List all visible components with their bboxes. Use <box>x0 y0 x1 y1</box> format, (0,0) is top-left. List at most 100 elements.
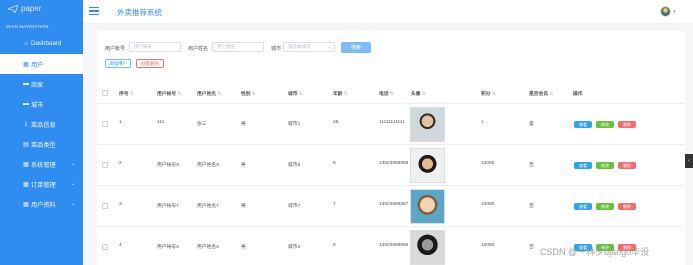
cell-index: 2 <box>119 161 122 166</box>
sort-icon[interactable]: ⇅ <box>217 92 221 97</box>
table-row: 3 用户帐号7 用户姓名7 男 城市7 7 13823888887 10000 否 查看 修改 删除 <box>97 186 685 227</box>
col-index: 序号⇅ <box>119 90 134 97</box>
menu-toggle-icon[interactable] <box>89 7 99 16</box>
cell-phone: 11111111111 <box>379 120 405 125</box>
search-button[interactable]: 搜索 <box>341 42 371 53</box>
sidebar-item-label: Dashboard <box>31 40 62 47</box>
account-input[interactable]: 用户帐号 <box>129 42 181 52</box>
cell-age: 7 <box>333 202 336 207</box>
home-icon: ⌂ <box>24 41 28 47</box>
sort-icon[interactable]: ⇅ <box>252 92 256 97</box>
cell-phone: 13823888887 <box>379 202 409 207</box>
select-all-checkbox[interactable] <box>102 90 108 96</box>
cell-name: 用户姓名8 <box>197 163 219 168</box>
sort-icon[interactable]: ⇅ <box>390 92 394 97</box>
avatar[interactable] <box>410 230 445 265</box>
name-input[interactable]: 用户姓名 <box>212 42 264 52</box>
col-gender: 性别⇅ <box>241 90 256 97</box>
sidebar-item-1[interactable]: ▦ 用户 <box>0 54 83 74</box>
col-age: 年龄⇅ <box>333 90 348 97</box>
sort-icon[interactable]: ⇅ <box>177 92 181 97</box>
cell-vip: 是 <box>529 122 534 127</box>
edit-button[interactable]: 修改 <box>596 203 614 210</box>
row-checkbox[interactable] <box>102 244 108 250</box>
user-table: 序号⇅ 用户帐号⇅ 用户姓名⇅ 性别⇅ 城市⇅ 年龄⇅ 电话⇅ 头像⇅ 积分⇅ … <box>97 82 685 265</box>
topbar: 外卖推荐系统 ▾ <box>83 0 693 24</box>
cell-index: 1 <box>119 120 122 125</box>
batch-delete-button[interactable]: 批量删除 <box>136 59 164 68</box>
cell-phone: 13823888886 <box>379 243 409 248</box>
cell-name: 用户姓名6 <box>197 245 219 250</box>
cell-gender: 男 <box>241 204 246 209</box>
cell-age: 6 <box>333 243 336 248</box>
col-vip: 是否会员⇅ <box>529 90 553 97</box>
cell-city: 城市6 <box>288 245 301 250</box>
sidebar-item-2[interactable]: ▬ 商家 <box>0 74 83 94</box>
col-city: 城市⇅ <box>288 90 303 97</box>
row-checkbox[interactable] <box>102 162 108 168</box>
cell-vip: 否 <box>529 245 534 250</box>
sort-icon[interactable]: ⇅ <box>299 92 303 97</box>
col-avatar: 头像⇅ <box>411 90 426 97</box>
sidebar-item-8[interactable]: ▦ 用户资料 ⌄ <box>0 194 83 214</box>
row-checkbox[interactable] <box>102 203 108 209</box>
col-city-label: 城市 <box>288 92 298 97</box>
sidebar-menu: ⌂ Dashboard ▦ 用户 ▬ 商家 ▬ 城市 ⤓ 菜品信息 ▤ 菜品类型 ▦ 系统管理 ⌄ ▦ 订单管理… <box>0 34 83 214</box>
table-header: 序号⇅ 用户帐号⇅ 用户姓名⇅ 性别⇅ 城市⇅ 年龄⇅ 电话⇅ 头像⇅ 积分⇅ … <box>97 82 685 104</box>
sidebar-item-5[interactable]: ▤ 菜品类型 <box>0 134 83 154</box>
cell-account: 用户帐号7 <box>157 204 179 209</box>
sidebar: paper MAIN NAVIGATION ⌂ Dashboard ▦ 用户 ▬ 商家 ▬ 城… <box>0 0 83 265</box>
avatar[interactable] <box>410 107 445 142</box>
paper-plane-icon <box>8 4 18 13</box>
sidebar-item-6[interactable]: ▦ 系统管理 ⌄ <box>0 154 83 174</box>
city-select[interactable]: 请选择城市 ⌄ <box>283 42 335 52</box>
cell-age: 8 <box>333 161 336 166</box>
row-checkbox[interactable] <box>102 121 108 127</box>
table-row: 1 111 张三男城市1 25 11111111111 1 是查看 修改 删除 <box>97 104 685 145</box>
delete-button[interactable]: 删除 <box>618 162 636 169</box>
view-button[interactable]: 查看 <box>574 162 592 169</box>
add-user-button[interactable]: 添加用户 <box>105 59 131 68</box>
delete-button[interactable]: 删除 <box>618 121 636 128</box>
sort-icon[interactable]: ⇅ <box>549 92 553 97</box>
sidebar-item-7[interactable]: ▦ 订单管理 ⌄ <box>0 174 83 194</box>
cell-points: 10000 <box>481 243 495 248</box>
cell-index: 3 <box>119 202 122 207</box>
sidebar-item-3[interactable]: ▬ 城市 <box>0 94 83 114</box>
col-index-label: 序号 <box>119 92 129 97</box>
view-button[interactable]: 查看 <box>574 121 592 128</box>
sort-icon[interactable]: ⇅ <box>422 92 426 97</box>
sidebar-item-label: 用户 <box>31 62 44 69</box>
view-button[interactable]: 查看 <box>574 203 592 210</box>
sort-icon[interactable]: ⇅ <box>344 92 348 97</box>
sort-icon[interactable]: ⇅ <box>492 92 496 97</box>
avatar[interactable] <box>410 189 445 224</box>
cell-vip: 否 <box>529 204 534 209</box>
col-name: 用户姓名⇅ <box>197 90 221 97</box>
edit-button[interactable]: 修改 <box>596 121 614 128</box>
city-icon: ▬ <box>23 101 29 107</box>
avatar[interactable] <box>410 148 445 183</box>
chevron-left-icon[interactable]: ‹ <box>685 154 693 168</box>
sidebar-item-0[interactable]: ⌂ Dashboard <box>0 34 83 54</box>
col-points-label: 积分 <box>481 92 491 97</box>
delete-button[interactable]: 删除 <box>618 203 636 210</box>
sort-icon[interactable]: ⇅ <box>130 92 134 97</box>
cell-account: 111 <box>157 120 165 125</box>
sidebar-item-4[interactable]: ⤓ 菜品信息 <box>0 114 83 134</box>
cell-points: 10000 <box>481 202 495 207</box>
col-gender-label: 性别 <box>241 92 251 97</box>
cell-gender: 男 <box>241 122 246 127</box>
grid-icon: ▦ <box>23 161 29 168</box>
col-points: 积分⇅ <box>481 90 496 97</box>
list-icon: ▤ <box>23 141 29 148</box>
logo-text: paper <box>21 4 42 13</box>
edit-button[interactable]: 修改 <box>596 162 614 169</box>
logo[interactable]: paper <box>8 4 41 13</box>
user-avatar[interactable] <box>660 6 671 17</box>
cell-name: 张三 <box>197 122 207 127</box>
chevron-down-icon[interactable]: ▾ <box>673 9 676 15</box>
nav-section-label: MAIN NAVIGATION <box>6 24 49 29</box>
cell-vip: 否 <box>529 163 534 168</box>
col-name-label: 用户姓名 <box>197 92 217 97</box>
